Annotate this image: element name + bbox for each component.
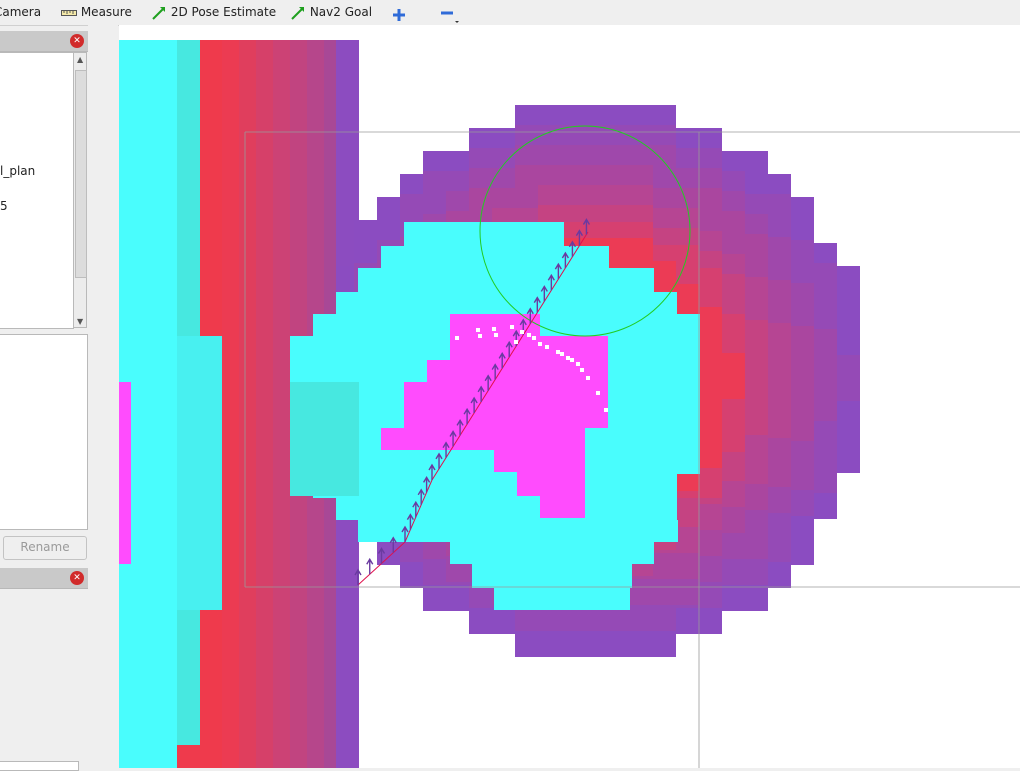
ruler-icon [61,5,81,19]
costmap-ring [515,634,676,657]
minus-icon [440,5,460,23]
add-tool-button[interactable] [392,2,406,27]
views-panel-header: ✕ [0,568,88,589]
scan-point [492,327,496,331]
scan-point [514,340,518,344]
empty-space [359,745,539,768]
scan-point [604,408,608,412]
obstacle [450,336,608,360]
scan-point [532,336,536,340]
obstacle [517,472,585,496]
camera-tool[interactable]: Camera [0,0,41,25]
costmap-ring [515,165,653,188]
scan-point [538,342,542,346]
scan-point [520,330,524,334]
close-icon[interactable]: ✕ [70,34,84,48]
free-space [290,382,359,496]
scroll-up-icon[interactable]: ▲ [77,55,83,64]
costmap-ring [515,608,676,631]
free-space [404,222,564,246]
scan-point [570,358,574,362]
free-space [494,588,630,610]
scan-point [545,345,549,349]
close-icon[interactable]: ✕ [70,571,84,585]
scan-point [580,368,584,372]
tools-toolbar: Camera Measure 2D Pose Estimate Nav2 Goa… [0,0,1020,26]
free-space [381,246,609,270]
scan-point [478,334,482,338]
costmap-column [273,40,290,768]
free-space [472,564,632,588]
displays-tree[interactable]: l_plan 5 [0,52,74,329]
costmap-column [119,382,131,564]
free-space [358,268,654,292]
nav2-goal-label: Nav2 Goal [309,5,373,19]
scrollbar-thumb[interactable] [75,70,87,278]
costmap-column [200,610,222,768]
scroll-down-icon[interactable]: ▼ [77,317,83,326]
obstacle [494,450,585,472]
displays-panel-header: ✕ [0,31,88,52]
costmap-column [177,745,200,768]
costmap-layer [119,40,1020,768]
tree-row[interactable]: 5 [0,199,8,213]
dock-splitter[interactable]: ◀ [88,25,193,768]
scan-point [596,391,600,395]
scan-point [476,328,480,332]
scan-point [556,350,560,354]
camera-tool-label: Camera [0,5,42,19]
remove-tool-button[interactable] [440,0,460,25]
scan-point [527,333,531,337]
costmap-column [177,336,222,610]
costmap-ring [515,105,676,128]
scan-point [510,325,514,329]
tree-row[interactable]: l_plan [0,164,35,178]
pose-estimate-tool[interactable]: 2D Pose Estimate [151,0,276,25]
measure-tool-label: Measure [80,5,132,19]
costmap-column [239,40,256,768]
costmap-ring [515,145,676,168]
obstacle [381,428,585,450]
measure-tool[interactable]: Measure [61,0,132,25]
scan-point [494,333,498,337]
views-panel-field[interactable] [0,761,79,771]
render-view[interactable] [119,25,1020,768]
scan-point [566,356,570,360]
nav2-goal-tool[interactable]: Nav2 Goal [290,0,372,25]
costmap-ring [538,185,653,208]
costmap-column [177,40,200,336]
costmap-column [177,610,200,745]
green-arrow-icon [151,5,171,20]
costmap-column [222,40,239,768]
costmap-scene [119,40,1020,768]
rename-button[interactable]: Rename [3,536,87,560]
obstacle [540,496,585,518]
scan-point [455,336,459,340]
scan-point [586,376,590,380]
costmap-column [200,40,222,336]
plus-icon [392,7,406,21]
free-space [313,474,677,498]
scan-point [560,352,564,356]
costmap-column [256,40,273,768]
free-space [336,292,677,314]
description-box [0,334,88,530]
scan-point [576,362,580,366]
pose-estimate-label: 2D Pose Estimate [170,5,277,19]
free-space [336,498,677,520]
free-space [450,542,654,564]
tree-scrollbar[interactable]: ▲ ▼ [73,52,87,328]
obstacle [450,314,540,336]
empty-space [586,745,1020,768]
green-arrow-icon [290,5,310,20]
obstacle [404,382,608,428]
